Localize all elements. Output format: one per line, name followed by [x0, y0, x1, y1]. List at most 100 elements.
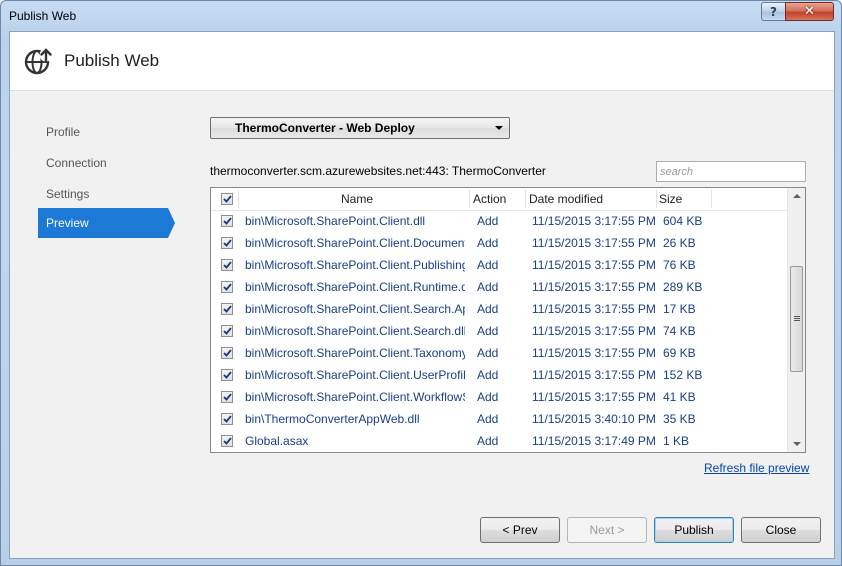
- title-bar[interactable]: Publish Web ? ✕: [1, 1, 842, 31]
- publish-button[interactable]: Publish: [654, 517, 734, 543]
- grip-line: [794, 318, 800, 319]
- file-name: Global.asax: [245, 434, 309, 448]
- connection-info: thermoconverter.scm.azurewebsites.net:44…: [210, 164, 546, 178]
- file-size: 35 KB: [663, 412, 696, 426]
- globe-publish-icon: [24, 48, 53, 75]
- row-checkbox[interactable]: [221, 413, 233, 425]
- file-action: Add: [477, 258, 499, 272]
- table-row[interactable]: bin\Microsoft.SharePoint.Client.UserProf…: [211, 364, 787, 386]
- next-button[interactable]: Next >: [567, 517, 647, 543]
- grid-scrollbar[interactable]: [787, 188, 805, 452]
- file-name: bin\Microsoft.SharePoint.Client.UserProf…: [245, 368, 465, 382]
- file-action: Add: [477, 368, 499, 382]
- chevron-down-icon: [495, 126, 503, 130]
- file-action: Add: [477, 280, 499, 294]
- column-separator: [711, 190, 712, 208]
- wizard-body: Profile Connection Settings Preview Ther…: [10, 91, 834, 558]
- file-action: Add: [477, 302, 499, 316]
- file-date: 11/15/2015 3:17:55 PM: [532, 390, 656, 404]
- file-name: bin\Microsoft.SharePoint.Client.Search.d…: [245, 324, 465, 338]
- nav-item-preview[interactable]: Preview: [38, 208, 168, 238]
- select-all-checkbox[interactable]: [221, 193, 233, 205]
- row-checkbox[interactable]: [221, 325, 233, 337]
- nav-selection-arrow: [168, 208, 175, 238]
- file-date: 11/15/2015 3:17:55 PM: [532, 258, 656, 272]
- table-row[interactable]: bin\Microsoft.SharePoint.Client.Publishi…: [211, 254, 787, 276]
- profile-dropdown[interactable]: ThermoConverter - Web Deploy: [210, 117, 510, 139]
- file-name: bin\Microsoft.SharePoint.Client.Taxonomy…: [245, 346, 465, 360]
- file-date: 11/15/2015 3:17:55 PM: [532, 346, 656, 360]
- table-row[interactable]: Global.asax Add 11/15/2015 3:17:49 PM 1 KB: [211, 430, 787, 452]
- file-name: bin\Microsoft.SharePoint.Client.Document…: [245, 236, 465, 250]
- file-date: 11/15/2015 3:17:55 PM: [532, 302, 656, 316]
- page-title: Publish Web: [64, 51, 160, 70]
- row-checkbox[interactable]: [221, 215, 233, 227]
- row-checkbox[interactable]: [221, 369, 233, 381]
- table-row[interactable]: bin\ThermoConverterAppWeb.dll Add 11/15/20…: [211, 408, 787, 430]
- scroll-up-icon[interactable]: [793, 194, 801, 198]
- file-name: bin\Microsoft.SharePoint.Client.Publishi…: [245, 258, 465, 272]
- row-checkbox[interactable]: [221, 259, 233, 271]
- file-size: 17 KB: [663, 302, 696, 316]
- table-row[interactable]: bin\Microsoft.SharePoint.Client.Workflow…: [211, 386, 787, 408]
- window-title: Publish Web: [9, 9, 77, 23]
- row-checkbox[interactable]: [221, 391, 233, 403]
- close-button[interactable]: Close: [741, 517, 821, 543]
- row-checkbox[interactable]: [221, 347, 233, 359]
- row-checkbox[interactable]: [221, 435, 233, 447]
- refresh-file-preview-link[interactable]: Refresh file preview: [704, 461, 809, 475]
- file-date: 11/15/2015 3:17:55 PM: [532, 236, 656, 250]
- scroll-down-icon[interactable]: [793, 442, 801, 446]
- table-row[interactable]: bin\Microsoft.SharePoint.Client.dll Add 11…: [211, 210, 787, 232]
- dialog-client: Publish Web Profile Connection Settings …: [9, 31, 835, 559]
- column-header-name[interactable]: Name: [341, 192, 373, 206]
- file-date: 11/15/2015 3:17:55 PM: [532, 214, 656, 228]
- profile-dropdown-value: ThermoConverter - Web Deploy: [235, 121, 415, 135]
- file-action: Add: [477, 236, 499, 250]
- file-action: Add: [477, 324, 499, 338]
- table-row[interactable]: bin\Microsoft.SharePoint.Client.Search.A…: [211, 298, 787, 320]
- file-name: bin\Microsoft.SharePoint.Client.dll: [245, 214, 426, 228]
- table-row[interactable]: bin\Microsoft.SharePoint.Client.Document…: [211, 232, 787, 254]
- file-size: 1 KB: [663, 434, 690, 448]
- row-checkbox[interactable]: [221, 237, 233, 249]
- grid-header: Name Action Date modified Size: [211, 188, 787, 211]
- column-separator: [469, 190, 470, 208]
- help-button[interactable]: ?: [761, 2, 786, 21]
- column-header-date[interactable]: Date modified: [529, 192, 603, 206]
- file-size: 41 KB: [663, 390, 696, 404]
- row-checkbox[interactable]: [221, 281, 233, 293]
- file-size: 152 KB: [663, 368, 703, 382]
- scroll-thumb[interactable]: [790, 266, 803, 372]
- file-name: bin\ThermoConverterAppWeb.dll: [245, 412, 420, 426]
- file-preview-grid: Name Action Date modified Size bin\Micro…: [210, 187, 806, 453]
- file-date: 11/15/2015 3:17:55 PM: [532, 324, 656, 338]
- file-action: Add: [477, 346, 499, 360]
- search-input[interactable]: [656, 161, 806, 182]
- column-header-action[interactable]: Action: [473, 192, 506, 206]
- table-row[interactable]: bin\Microsoft.SharePoint.Client.Search.d…: [211, 320, 787, 342]
- file-action: Add: [477, 214, 499, 228]
- column-separator: [656, 190, 657, 208]
- window-frame: Publish Web ? ✕ Publish Web Profile Conn…: [0, 0, 842, 566]
- nav-item-settings[interactable]: Settings: [38, 179, 168, 209]
- file-name: bin\Microsoft.SharePoint.Client.Search.A…: [245, 302, 465, 316]
- nav-item-connection[interactable]: Connection: [38, 148, 168, 178]
- file-size: 69 KB: [663, 346, 696, 360]
- file-date: 11/15/2015 3:40:10 PM: [532, 412, 656, 426]
- prev-button[interactable]: < Prev: [480, 517, 560, 543]
- dialog-header: Publish Web: [10, 32, 834, 91]
- file-action: Add: [477, 412, 499, 426]
- column-header-size[interactable]: Size: [659, 192, 682, 206]
- nav-item-profile[interactable]: Profile: [38, 117, 168, 147]
- close-window-button[interactable]: ✕: [785, 2, 834, 21]
- table-row[interactable]: bin\Microsoft.SharePoint.Client.Runtime.…: [211, 276, 787, 298]
- table-row[interactable]: bin\Microsoft.SharePoint.Client.Taxonomy…: [211, 342, 787, 364]
- file-date: 11/15/2015 3:17:55 PM: [532, 368, 656, 382]
- row-checkbox[interactable]: [221, 303, 233, 315]
- file-size: 604 KB: [663, 214, 703, 228]
- file-date: 11/15/2015 3:17:55 PM: [532, 280, 656, 294]
- file-action: Add: [477, 434, 499, 448]
- file-size: 74 KB: [663, 324, 696, 338]
- grip-line: [794, 316, 800, 317]
